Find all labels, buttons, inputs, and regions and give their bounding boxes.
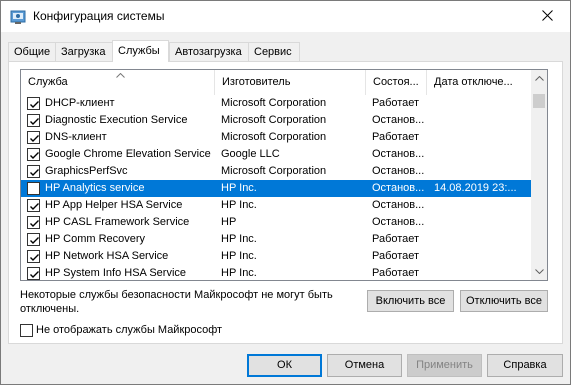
service-checkbox[interactable] bbox=[27, 148, 40, 161]
service-name: Diagnostic Execution Service bbox=[45, 114, 188, 126]
service-manufacturer: HP bbox=[221, 216, 237, 228]
service-manufacturer: Microsoft Corporation bbox=[221, 131, 327, 143]
service-disabled-date bbox=[434, 214, 529, 231]
sort-ascending-icon bbox=[116, 71, 125, 80]
service-status: Работает bbox=[372, 267, 420, 279]
service-checkbox[interactable] bbox=[27, 267, 40, 280]
security-services-note: Некоторые службы безопасности Майкрософт… bbox=[20, 289, 333, 315]
service-status: Работает bbox=[372, 131, 420, 143]
service-name: HP Network HSA Service bbox=[45, 250, 169, 262]
service-disabled-date bbox=[434, 163, 529, 180]
hide-microsoft-services-checkbox[interactable] bbox=[20, 324, 33, 337]
service-row[interactable]: DHCP-клиент Microsoft Corporation Работает bbox=[21, 95, 532, 112]
service-manufacturer: Microsoft Corporation bbox=[221, 165, 327, 177]
service-manufacturer: HP Inc. bbox=[221, 250, 257, 262]
scroll-down-arrow-icon[interactable] bbox=[531, 263, 547, 280]
service-manufacturer: HP Inc. bbox=[221, 182, 257, 194]
help-button[interactable]: Справка bbox=[487, 354, 563, 377]
tab-startup[interactable]: Автозагрузка bbox=[169, 42, 249, 61]
service-name: HP CASL Framework Service bbox=[45, 216, 190, 228]
service-checkbox[interactable] bbox=[27, 233, 40, 246]
close-icon bbox=[541, 9, 553, 24]
service-disabled-date bbox=[434, 95, 529, 112]
services-list[interactable]: Служба Изготовитель Состоя... Дата отклю… bbox=[20, 69, 548, 281]
service-checkbox[interactable] bbox=[27, 216, 40, 229]
service-manufacturer: HP Inc. bbox=[221, 267, 257, 279]
service-disabled-date bbox=[434, 197, 529, 214]
title-bar[interactable]: Конфигурация системы bbox=[1, 1, 570, 32]
service-name: HP Analytics service bbox=[45, 182, 145, 194]
service-manufacturer: HP Inc. bbox=[221, 199, 257, 211]
service-row[interactable]: HP App Helper HSA Service HP Inc. Останов.… bbox=[21, 197, 532, 214]
service-manufacturer: Google LLC bbox=[221, 148, 280, 160]
service-checkbox[interactable] bbox=[27, 199, 40, 212]
service-disabled-date bbox=[434, 231, 529, 248]
service-row[interactable]: HP Analytics service HP Inc. Останов... 14.… bbox=[21, 180, 532, 197]
service-row[interactable]: DNS-клиент Microsoft Corporation Работает bbox=[21, 129, 532, 146]
apply-button[interactable]: Применить bbox=[407, 354, 482, 377]
service-status: Останов... bbox=[372, 114, 425, 126]
scrollbar-thumb[interactable] bbox=[533, 94, 545, 108]
ok-button[interactable]: ОК bbox=[247, 354, 322, 377]
service-row[interactable]: HP CASL Framework Service HP Останов... bbox=[21, 214, 532, 231]
service-disabled-date bbox=[434, 146, 529, 163]
tab-boot[interactable]: Загрузка bbox=[55, 42, 113, 61]
service-status: Останов... bbox=[372, 216, 425, 228]
column-header-disabled-date[interactable]: Дата отключе... bbox=[427, 70, 532, 95]
service-checkbox[interactable] bbox=[27, 250, 40, 263]
tab-tools[interactable]: Сервис bbox=[248, 42, 300, 61]
service-status: Работает bbox=[372, 233, 420, 245]
service-name: HP App Helper HSA Service bbox=[45, 199, 183, 211]
column-header-status[interactable]: Состоя... bbox=[366, 70, 427, 95]
service-status: Работает bbox=[372, 97, 420, 109]
service-manufacturer: Microsoft Corporation bbox=[221, 97, 327, 109]
hide-microsoft-services-label[interactable]: Не отображать службы Майкрософт bbox=[36, 323, 222, 338]
scroll-up-arrow-icon[interactable] bbox=[531, 70, 547, 87]
service-disabled-date bbox=[434, 112, 529, 129]
service-status: Останов... bbox=[372, 148, 425, 160]
service-status: Работает bbox=[372, 250, 420, 262]
service-name: DHCP-клиент bbox=[45, 97, 115, 109]
service-row[interactable]: HP Network HSA Service HP Inc. Работает bbox=[21, 248, 532, 265]
enable-all-button[interactable]: Включить все bbox=[367, 290, 454, 312]
service-checkbox[interactable] bbox=[27, 182, 40, 195]
msconfig-app-icon bbox=[10, 9, 26, 25]
disable-all-button[interactable]: Отключить все bbox=[460, 290, 548, 312]
service-disabled-date: 14.08.2019 23:... bbox=[434, 182, 517, 194]
tab-services[interactable]: Службы bbox=[112, 40, 169, 62]
column-header-manufacturer[interactable]: Изготовитель bbox=[215, 70, 366, 95]
service-disabled-date bbox=[434, 129, 529, 146]
service-manufacturer: HP Inc. bbox=[221, 233, 257, 245]
service-status: Останов... bbox=[372, 199, 425, 211]
list-header: Служба Изготовитель Состоя... Дата отклю… bbox=[21, 70, 532, 95]
service-name: HP Comm Recovery bbox=[45, 233, 146, 245]
service-manufacturer: Microsoft Corporation bbox=[221, 114, 327, 126]
service-row[interactable]: GraphicsPerfSvc Microsoft Corporation Оста… bbox=[21, 163, 532, 180]
service-checkbox[interactable] bbox=[27, 165, 40, 178]
services-rows: DHCP-клиент Microsoft Corporation Работает… bbox=[21, 95, 532, 280]
system-configuration-window: Конфигурация системы Общие Загрузка Служ… bbox=[0, 0, 571, 385]
service-row[interactable]: Diagnostic Execution Service Microsoft Co… bbox=[21, 112, 532, 129]
service-row[interactable]: Google Chrome Elevation Service Google LL… bbox=[21, 146, 532, 163]
service-name: GraphicsPerfSvc bbox=[45, 165, 128, 177]
service-status: Останов... bbox=[372, 165, 425, 177]
service-row[interactable]: HP Comm Recovery HP Inc. Работает bbox=[21, 231, 532, 248]
service-name: HP System Info HSA Service bbox=[45, 267, 187, 279]
service-checkbox[interactable] bbox=[27, 97, 40, 110]
service-name: DNS-клиент bbox=[45, 131, 107, 143]
vertical-scrollbar[interactable] bbox=[531, 70, 547, 280]
window-title: Конфигурация системы bbox=[33, 9, 165, 23]
service-disabled-date bbox=[434, 265, 529, 280]
cancel-button[interactable]: Отмена bbox=[327, 354, 402, 377]
service-checkbox[interactable] bbox=[27, 131, 40, 144]
service-name: Google Chrome Elevation Service bbox=[45, 148, 211, 160]
tab-general[interactable]: Общие bbox=[8, 42, 56, 61]
service-row[interactable]: HP System Info HSA Service HP Inc. Работае… bbox=[21, 265, 532, 280]
service-status: Останов... bbox=[372, 182, 425, 194]
service-checkbox[interactable] bbox=[27, 114, 40, 127]
service-disabled-date bbox=[434, 248, 529, 265]
close-button[interactable] bbox=[524, 1, 570, 32]
